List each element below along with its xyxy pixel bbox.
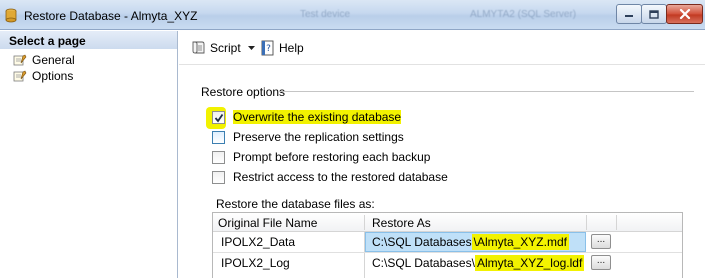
maximize-button[interactable] <box>641 4 667 24</box>
page-selector-pane: Select a page General Options <box>0 31 178 278</box>
minimize-button[interactable] <box>616 4 642 24</box>
prompt-before-restore-option[interactable]: Prompt before restoring each backup <box>212 150 430 164</box>
column-header-original-file[interactable]: Original File Name <box>218 216 317 230</box>
chevron-down-icon[interactable] <box>248 46 255 50</box>
window-title: Restore Database - Almyta_XYZ <box>24 9 198 23</box>
preserve-replication-checkbox[interactable] <box>212 130 225 144</box>
database-icon <box>5 8 17 23</box>
path-highlight: Almyta_XYZ_log.ldf <box>474 255 585 271</box>
script-button[interactable]: Script <box>190 40 241 56</box>
path-highlight: \Almyta_XYZ.mdf <box>471 234 569 250</box>
minimize-icon <box>625 15 633 17</box>
preserve-replication-label: Preserve the replication settings <box>233 130 404 144</box>
column-separator[interactable] <box>616 215 617 230</box>
script-label: Script <box>210 41 241 55</box>
script-icon <box>192 41 205 54</box>
help-button[interactable]: ? Help <box>260 40 304 56</box>
page-item-options[interactable]: Options <box>0 68 177 84</box>
overwrite-checkbox[interactable] <box>212 110 225 124</box>
path-prefix: C:\SQL Databases <box>372 235 472 249</box>
preserve-replication-option[interactable]: Preserve the replication settings <box>212 130 404 144</box>
restrict-access-label: Restrict access to the restored database <box>233 170 448 184</box>
restore-files-grid: Original File Name Restore As IPOLX2_Dat… <box>212 212 683 278</box>
help-icon: ? <box>261 40 274 56</box>
restore-as-cell[interactable]: C:\SQL Databases \Almyta_XYZ.mdf <box>372 234 569 250</box>
browse-button[interactable]: ... <box>591 255 611 270</box>
prompt-before-restore-label: Prompt before restoring each backup <box>233 150 431 164</box>
page-selector-header: Select a page <box>0 31 177 49</box>
svg-text:?: ? <box>266 44 271 54</box>
table-row[interactable]: IPOLX2_Data C:\SQL Databases \Almyta_XYZ.… <box>213 232 682 252</box>
files-label: Restore the database files as: <box>216 197 375 211</box>
restrict-access-option[interactable]: Restrict access to the restored database <box>212 170 448 184</box>
page-item-general[interactable]: General <box>0 52 177 68</box>
restore-options-title: Restore options <box>201 85 286 99</box>
original-file-cell: IPOLX2_Data <box>221 235 296 249</box>
page-wrench-icon <box>13 70 27 82</box>
help-label: Help <box>279 41 304 55</box>
original-file-cell: IPOLX2_Log <box>221 256 290 270</box>
background-window-text: ALMYTA2 (SQL Server) <box>470 9 577 20</box>
path-prefix: C:\SQL Databases\ <box>372 256 475 270</box>
background-window-text: Test device <box>300 9 351 20</box>
prompt-before-restore-checkbox[interactable] <box>212 150 225 164</box>
checkmark-icon <box>214 113 224 122</box>
page-item-label: General <box>32 53 75 67</box>
column-separator[interactable] <box>364 215 365 230</box>
overwrite-label: Overwrite the existing database <box>233 110 402 124</box>
page-item-label: Options <box>32 69 74 83</box>
title-bar: Restore Database - Almyta_XYZ Test devic… <box>0 0 705 30</box>
restrict-access-checkbox[interactable] <box>212 170 225 184</box>
browse-button[interactable]: ... <box>591 234 611 249</box>
column-separator[interactable] <box>586 215 587 230</box>
overwrite-option[interactable]: Overwrite the existing database <box>212 110 402 124</box>
close-button[interactable] <box>666 4 703 24</box>
close-icon <box>679 9 690 19</box>
grid-header: Original File Name Restore As <box>213 213 682 232</box>
table-row[interactable]: IPOLX2_Log C:\SQL Databases\ Almyta_XYZ_l… <box>213 253 682 273</box>
section-divider <box>279 91 694 92</box>
page-wrench-icon <box>13 54 27 66</box>
maximize-icon <box>649 9 659 19</box>
restore-as-cell[interactable]: C:\SQL Databases\ Almyta_XYZ_log.ldf <box>372 255 585 271</box>
toolbar: Script ? Help <box>179 31 705 65</box>
column-header-restore-as[interactable]: Restore As <box>372 216 431 230</box>
